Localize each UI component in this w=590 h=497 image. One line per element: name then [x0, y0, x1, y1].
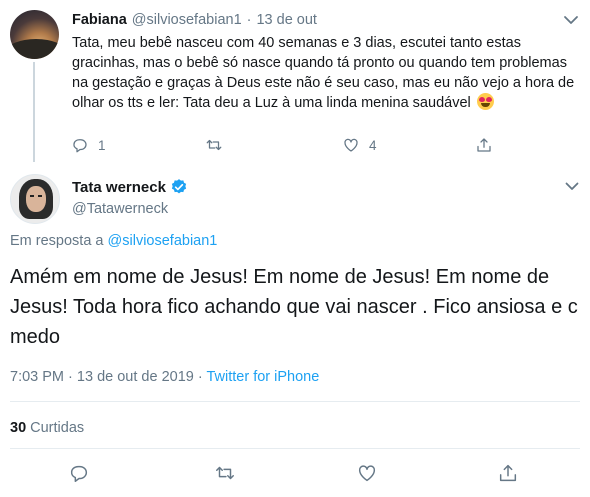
in-reply-to: Em resposta a @silviosefabian1: [10, 233, 217, 249]
likes-stat[interactable]: 30 Curtidas: [10, 420, 84, 436]
divider: [10, 401, 580, 402]
share-icon: [477, 138, 491, 152]
tweet-actions: [0, 462, 590, 488]
like-icon: [344, 138, 358, 152]
in-reply-handle-link[interactable]: @silviosefabian1: [108, 233, 218, 249]
like-count: 4: [369, 137, 377, 153]
main-tweet: Tata werneck @Tatawerneck Em resposta a …: [0, 170, 590, 497]
likes-count: 30: [10, 420, 27, 436]
author-name-row[interactable]: Tata werneck: [72, 178, 188, 196]
reply-button[interactable]: 1: [71, 134, 106, 156]
tweet-actions: 1 4: [60, 134, 500, 156]
share-button[interactable]: [475, 134, 493, 156]
chevron-down-icon[interactable]: [565, 182, 579, 191]
like-button[interactable]: [356, 462, 378, 484]
author-handle[interactable]: @Tatawerneck: [72, 201, 168, 217]
retweet-icon: [206, 139, 222, 151]
share-icon: [499, 464, 517, 482]
like-icon: [358, 465, 376, 482]
verified-badge-icon: [171, 179, 187, 194]
author-handle[interactable]: @silviosefabian1: [132, 12, 242, 28]
chevron-down-icon[interactable]: [563, 14, 579, 26]
avatar[interactable]: [10, 10, 59, 59]
thread-line: [33, 62, 35, 162]
avatar[interactable]: [10, 174, 60, 224]
retweet-icon: [216, 466, 234, 480]
reply-icon: [70, 465, 88, 482]
author-name[interactable]: Fabiana: [72, 12, 127, 28]
separator: ·: [246, 12, 252, 28]
reply-button[interactable]: [68, 462, 90, 484]
like-button[interactable]: 4: [342, 134, 377, 156]
tweet-date[interactable]: 13 de out de 2019: [77, 369, 194, 385]
reply-tweet[interactable]: Fabiana @silviosefabian1 · 13 de out Tat…: [0, 0, 590, 170]
separator: ·: [68, 369, 73, 385]
in-reply-prefix: Em resposta a: [10, 233, 104, 249]
tweet-text: Tata, meu bebê nasceu com 40 semanas e 3…: [72, 33, 577, 113]
tweet-date[interactable]: 13 de out: [256, 12, 316, 28]
author-name[interactable]: Tata werneck: [72, 179, 166, 196]
reply-count: 1: [98, 137, 106, 153]
tweet-source-link[interactable]: Twitter for iPhone: [206, 369, 319, 385]
tweet-text: Amém em nome de Jesus! Em nome de Jesus!…: [10, 266, 578, 348]
tweet-header: Fabiana @silviosefabian1 · 13 de out: [72, 10, 317, 30]
tweet-time[interactable]: 7:03 PM: [10, 369, 64, 385]
likes-label: Curtidas: [30, 420, 85, 436]
retweet-button[interactable]: [214, 462, 236, 484]
tweet-meta: 7:03 PM · 13 de out de 2019 · Twitter fo…: [10, 369, 319, 385]
divider: [10, 448, 580, 449]
separator: ·: [197, 369, 203, 385]
retweet-button[interactable]: [205, 134, 232, 156]
share-button[interactable]: [497, 462, 519, 484]
heart-eyes-emoji-icon: [476, 93, 494, 110]
tweet-text-content: Tata, meu bebê nasceu com 40 semanas e 3…: [72, 35, 575, 111]
reply-icon: [73, 139, 87, 153]
